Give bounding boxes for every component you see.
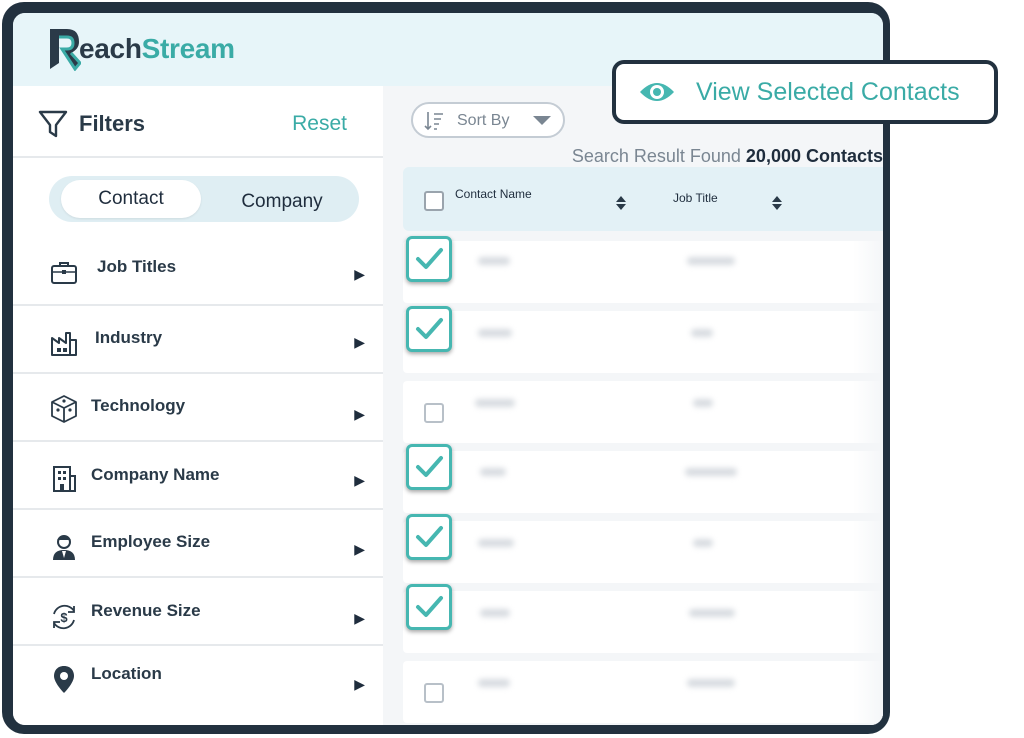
row-checkbox-checked[interactable]	[406, 584, 452, 630]
filter-job-titles[interactable]: Job Titles ▶	[13, 238, 383, 306]
table-row[interactable]	[403, 521, 883, 583]
filters-sidebar: Filters Reset Contact Company Job Titles…	[13, 86, 383, 725]
caret-right-icon: ▶	[354, 472, 365, 488]
caret-right-icon: ▶	[354, 334, 365, 350]
logo-text-each: each	[79, 33, 142, 64]
sort-by-dropdown[interactable]: Sort By	[411, 102, 565, 138]
checkmark-icon	[416, 526, 443, 547]
filter-label: Technology	[91, 396, 186, 415]
row-checkbox-checked[interactable]	[406, 514, 452, 560]
filter-label: Location	[91, 664, 162, 683]
sort-by-label: Sort By	[457, 112, 510, 129]
blurred-contact-name	[480, 468, 506, 476]
row-checkbox[interactable]	[424, 403, 444, 423]
dropdown-caret-icon	[533, 116, 551, 125]
blurred-job-title	[693, 399, 713, 407]
contact-company-toggle: Contact Company	[49, 176, 359, 222]
table-row[interactable]	[403, 311, 883, 373]
logo-text-stream: Stream	[141, 33, 235, 64]
search-result-count: Search Result Found 20,000 Contacts	[572, 146, 883, 167]
row-checkbox-checked[interactable]	[406, 236, 452, 282]
row-checkbox-checked[interactable]	[406, 444, 452, 490]
filter-funnel-icon	[38, 110, 68, 138]
table-row[interactable]	[403, 451, 883, 513]
blurred-job-title	[693, 539, 713, 547]
sort-icon	[424, 112, 443, 131]
tab-contact[interactable]: Contact	[61, 180, 201, 218]
column-contact-name: Contact Name	[455, 187, 532, 201]
checkmark-icon	[416, 456, 443, 477]
caret-right-icon: ▶	[354, 541, 365, 557]
caret-right-icon: ▶	[354, 610, 365, 626]
results-panel: Sort By Search Result Found 20,000 Conta…	[383, 86, 883, 725]
filter-label: Industry	[95, 328, 163, 347]
filter-label: Company Name	[91, 465, 220, 484]
blurred-contact-name	[475, 399, 515, 407]
eye-icon	[640, 83, 674, 101]
blurred-contact-name	[478, 679, 510, 687]
column-job-title: Job Title	[673, 191, 718, 205]
revenue-dollar-icon: $	[53, 604, 75, 630]
filter-label: Revenue Size	[91, 601, 201, 620]
filter-employee-size[interactable]: Employee Size ▶	[13, 510, 383, 578]
blurred-job-title	[691, 329, 713, 337]
table-fade-overlay	[853, 231, 883, 725]
filters-title: Filters	[79, 111, 146, 136]
blurred-contact-name	[478, 329, 512, 337]
row-checkbox[interactable]	[424, 683, 444, 703]
caret-right-icon: ▶	[354, 676, 365, 692]
technology-cube-icon	[51, 395, 77, 423]
checkmark-icon	[416, 596, 443, 617]
result-prefix: Search Result Found	[571, 146, 741, 166]
filter-company-name[interactable]: Company Name ▶	[13, 442, 383, 510]
briefcase-icon	[51, 262, 77, 284]
factory-icon	[51, 332, 77, 356]
logo-mark-icon	[50, 29, 81, 71]
building-icon	[53, 466, 76, 492]
table-row[interactable]	[403, 661, 883, 723]
blurred-job-title	[687, 679, 735, 687]
filter-label: Job Titles	[97, 257, 177, 276]
view-selected-contacts-inner: View Selected Contacts	[616, 64, 994, 120]
sort-toggle-icon[interactable]	[615, 194, 627, 212]
table-header: Contact Name Job Title	[403, 167, 883, 231]
checkmark-icon	[416, 318, 443, 339]
reset-button[interactable]: Reset	[292, 112, 347, 136]
view-selected-contacts-label: View Selected Contacts	[696, 78, 960, 106]
sort-toggle-icon[interactable]	[771, 194, 783, 212]
caret-right-icon: ▶	[354, 266, 365, 282]
blurred-contact-name	[478, 539, 514, 547]
caret-right-icon: ▶	[354, 406, 365, 422]
filter-revenue-size[interactable]: $ Revenue Size ▶	[13, 578, 383, 646]
reachstream-logo[interactable]: eachStream	[47, 27, 235, 71]
table-row[interactable]	[403, 381, 883, 443]
select-all-checkbox[interactable]	[424, 191, 444, 211]
filter-technology[interactable]: Technology ▶	[13, 374, 383, 442]
blurred-job-title	[687, 257, 735, 265]
logo-text: eachStream	[79, 33, 235, 65]
checkmark-icon	[416, 248, 443, 269]
filter-location[interactable]: Location ▶	[13, 646, 383, 714]
location-pin-icon	[54, 666, 74, 693]
divider	[13, 156, 383, 158]
blurred-contact-name	[480, 609, 510, 617]
result-count: 20,000 Contacts	[745, 146, 883, 166]
row-checkbox-checked[interactable]	[406, 306, 452, 352]
blurred-contact-name	[478, 257, 510, 265]
table-row[interactable]	[403, 591, 883, 653]
filters-header: Filters	[37, 108, 145, 140]
filter-label: Employee Size	[91, 532, 211, 551]
view-selected-contacts-button[interactable]: View Selected Contacts	[612, 60, 998, 124]
employee-icon	[53, 535, 75, 560]
tab-company[interactable]: Company	[217, 183, 347, 221]
table-row[interactable]	[403, 241, 883, 303]
svg-text:$: $	[60, 610, 68, 625]
blurred-job-title	[689, 609, 735, 617]
blurred-job-title	[685, 468, 737, 476]
filter-industry[interactable]: Industry ▶	[13, 306, 383, 374]
